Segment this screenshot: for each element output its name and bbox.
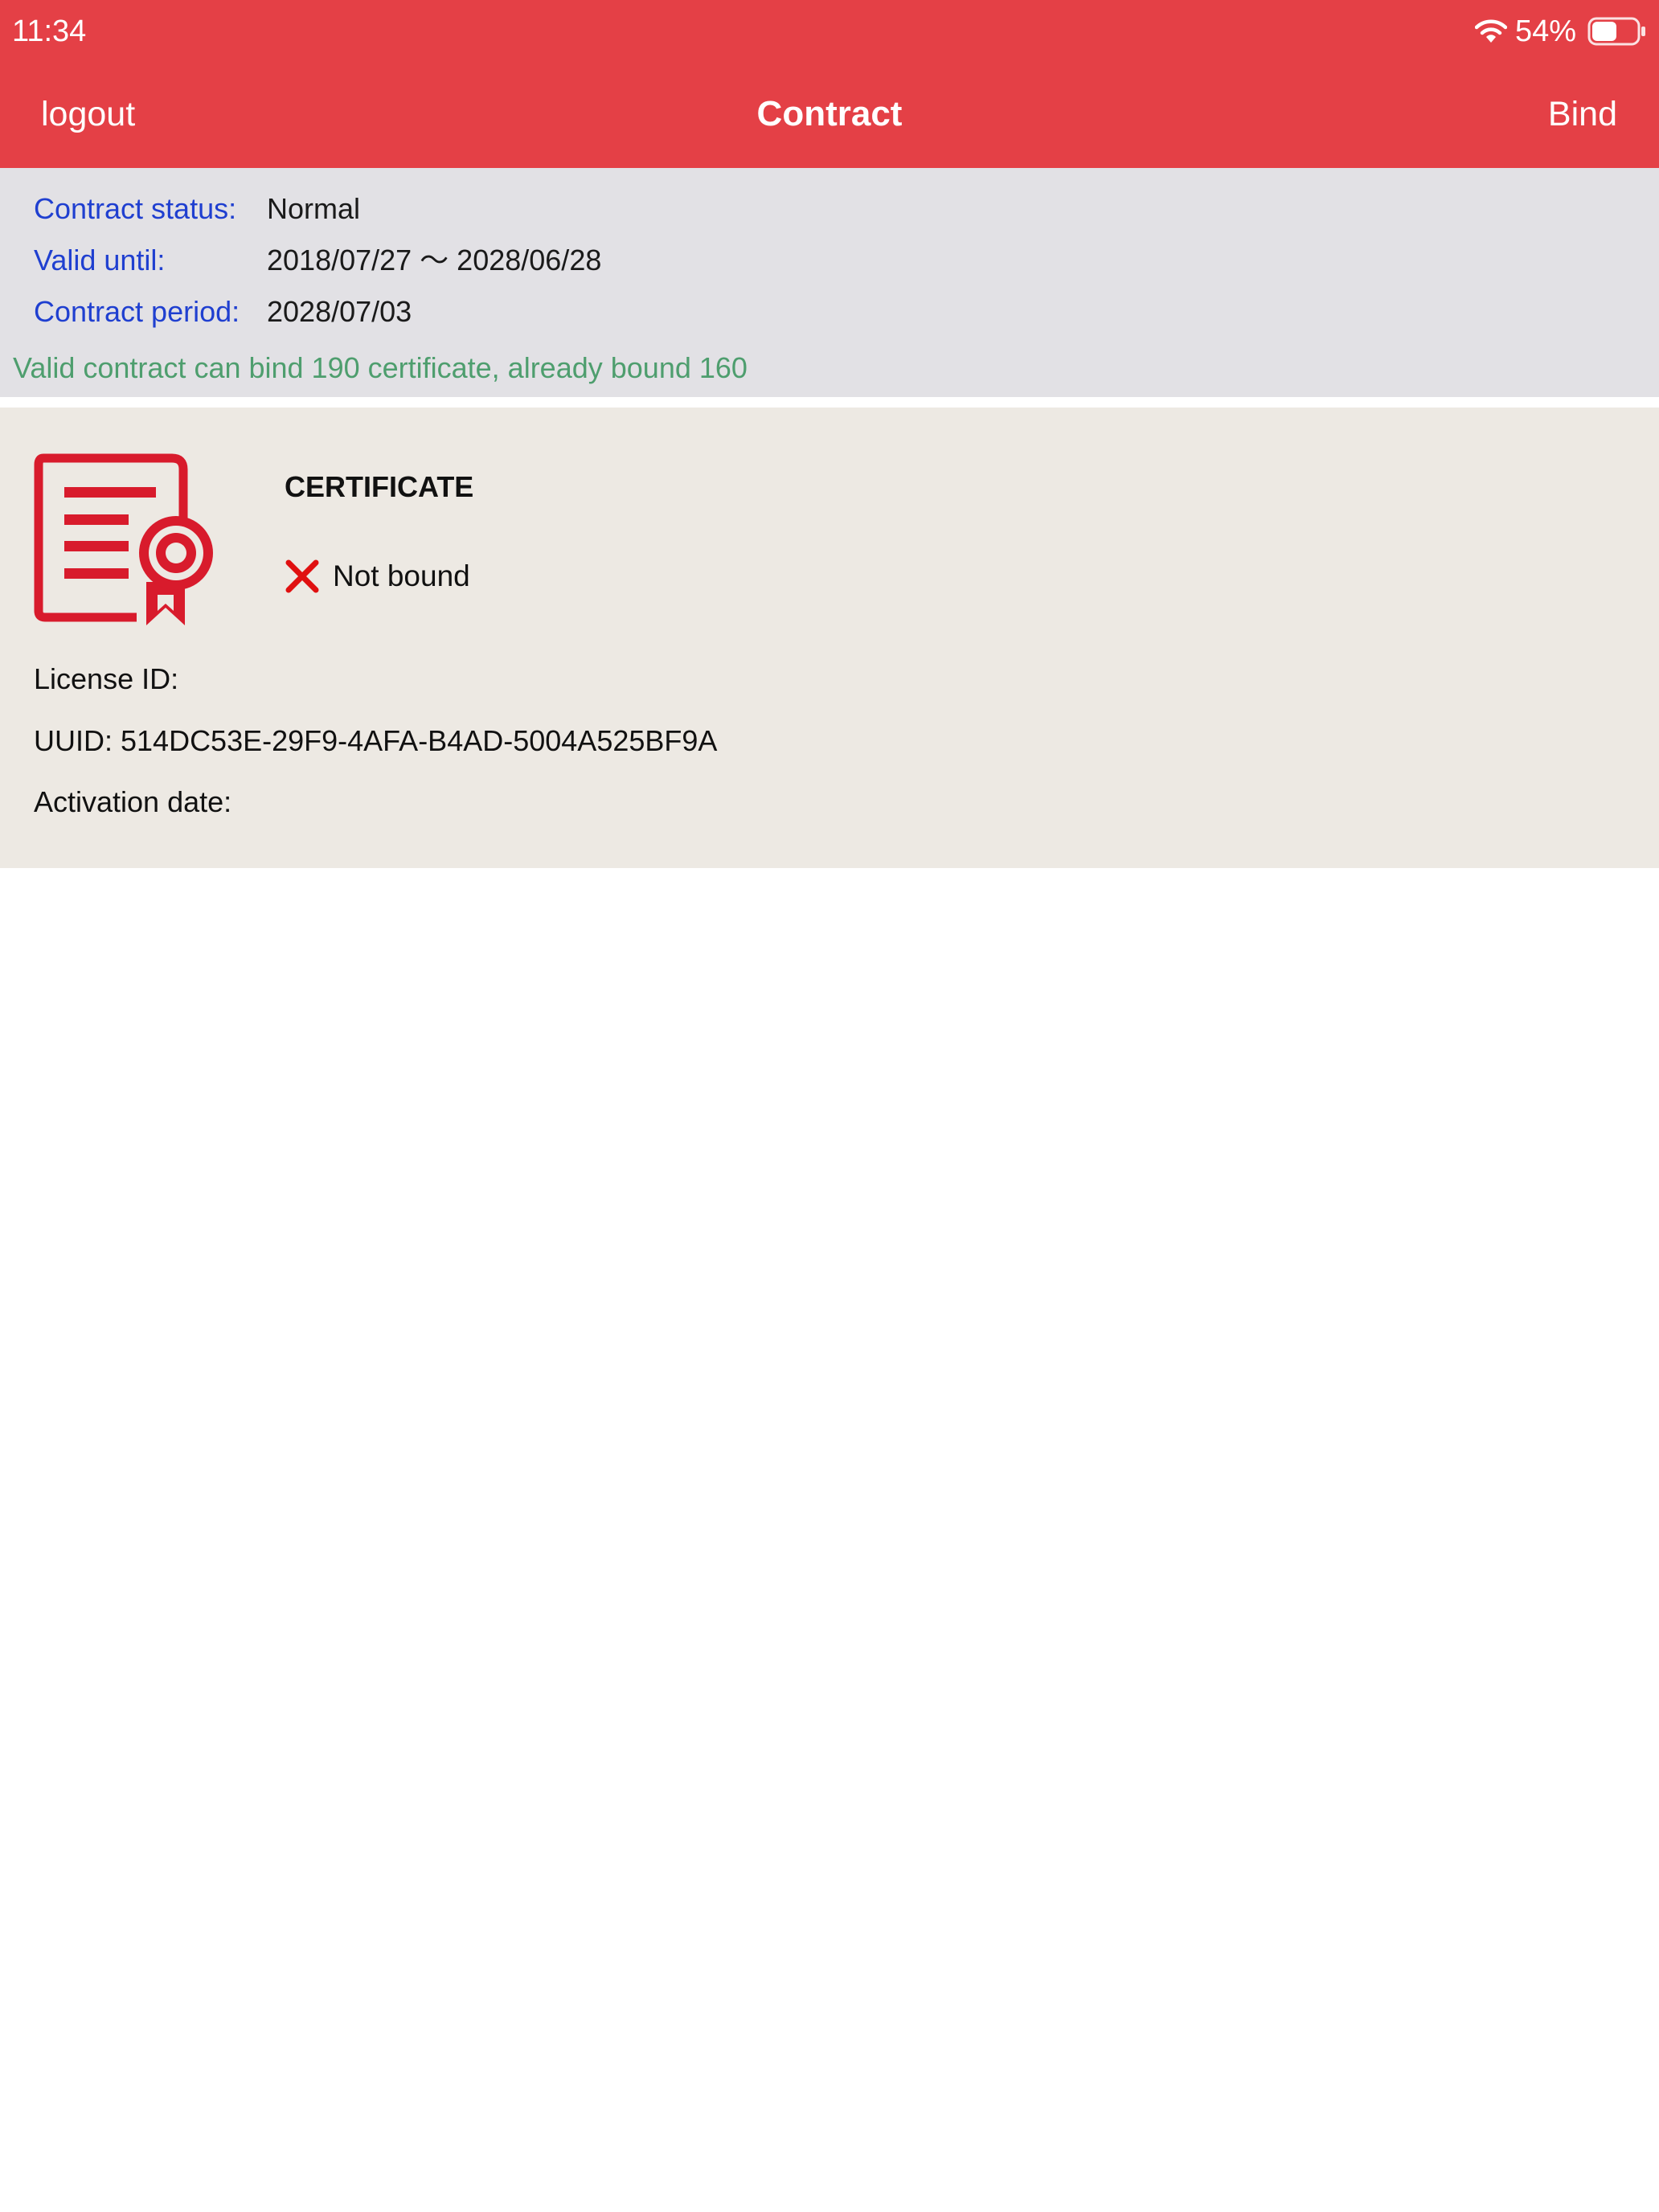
status-indicators: 54% [1474, 11, 1647, 51]
contract-screen: 11:34 54% logout Contract Bind Contract … [0, 0, 1659, 2212]
valid-until-label: Valid until: [34, 244, 166, 276]
bind-status: Not bound [285, 552, 470, 600]
status-time: 11:34 [12, 14, 87, 48]
x-icon [285, 559, 319, 593]
contract-status-value: Normal [267, 192, 361, 225]
activation-date: Activation date: [34, 785, 232, 818]
contract-info-panel: Contract status: Normal Valid until: 201… [0, 168, 1659, 397]
contract-period-value: 2028/07/03 [267, 295, 412, 328]
battery-percent: 54% [1514, 14, 1576, 48]
bind-quota-note: Valid contract can bind 190 certificate,… [13, 351, 748, 384]
license-id: License ID: [34, 662, 179, 695]
certificate-icon [34, 453, 213, 625]
bind-button[interactable]: Bind [1548, 90, 1617, 138]
certificate-title: CERTIFICATE [285, 470, 474, 503]
header-bar: 11:34 54% logout Contract Bind [0, 0, 1659, 168]
certificate-card[interactable]: CERTIFICATE Not bound License ID: UUID: … [0, 408, 1659, 868]
battery-icon [1587, 17, 1645, 46]
contract-period-label: Contract period: [34, 295, 240, 328]
contract-status-label: Contract status: [34, 192, 237, 225]
valid-until-value: 2018/07/27 〜 2028/06/28 [267, 244, 602, 276]
uuid: UUID: 514DC53E-29F9-4AFA-B4AD-5004A525BF… [34, 724, 718, 757]
wifi-icon [1474, 19, 1507, 43]
bind-status-text: Not bound [333, 559, 470, 592]
logout-button[interactable]: logout [41, 90, 135, 138]
page-title: Contract [756, 94, 903, 133]
